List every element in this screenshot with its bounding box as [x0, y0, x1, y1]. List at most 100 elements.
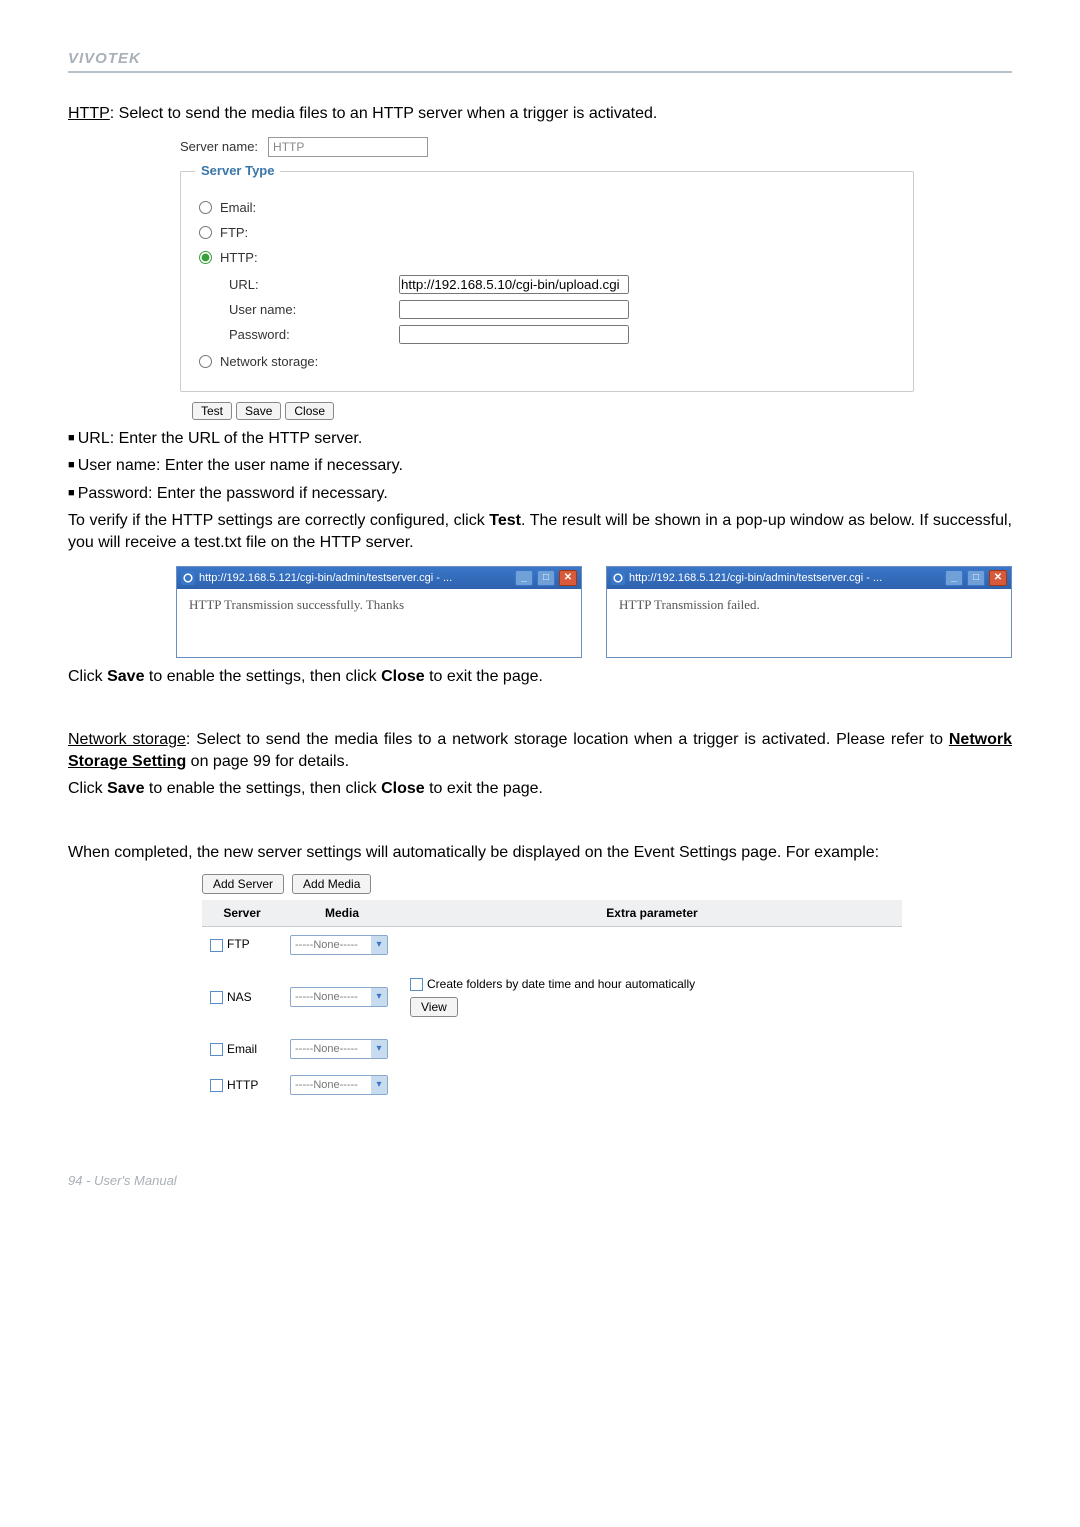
- close-icon[interactable]: ✕: [989, 570, 1007, 586]
- sc2-3: to exit the page.: [425, 780, 543, 797]
- th-media: Media: [282, 900, 402, 927]
- brand-name: VIVOTEK: [68, 50, 141, 67]
- maximize-icon[interactable]: □: [967, 570, 985, 586]
- close-button[interactable]: Close: [285, 402, 334, 420]
- password-input[interactable]: [399, 325, 629, 344]
- chevron-down-icon: ▾: [371, 936, 387, 954]
- popup-titlebar: http://192.168.5.121/cgi-bin/admin/tests…: [607, 567, 1011, 589]
- th-server: Server: [202, 900, 282, 927]
- row-http-label: HTTP: [227, 1078, 258, 1092]
- url-label: URL:: [229, 277, 399, 292]
- label-http: HTTP:: [220, 250, 258, 265]
- row-ftp-label: FTP: [227, 937, 250, 951]
- radio-network-storage[interactable]: [199, 355, 212, 368]
- sc-2: to enable the settings, then click: [144, 668, 381, 685]
- sc-close: Close: [381, 668, 425, 685]
- save-close-2: Click Save to enable the settings, then …: [68, 778, 1012, 800]
- add-server-button[interactable]: Add Server: [202, 874, 284, 894]
- http-intro-rest: : Select to send the media files to an H…: [110, 105, 658, 122]
- sc2-2: to enable the settings, then click: [144, 780, 381, 797]
- row-email-label: Email: [227, 1042, 257, 1056]
- bullet-password: Password: Enter the password if necessar…: [68, 483, 1012, 505]
- ie-icon: [611, 571, 625, 585]
- chevron-down-icon: ▾: [371, 1040, 387, 1058]
- select-text: -----None-----: [291, 939, 371, 951]
- minimize-icon[interactable]: _: [945, 570, 963, 586]
- sc-1: Click: [68, 668, 107, 685]
- server-form: Server name: Server Type Email: FTP: HTT…: [180, 137, 914, 420]
- username-label: User name:: [229, 302, 399, 317]
- th-extra: Extra parameter: [402, 900, 902, 927]
- checkbox-ftp[interactable]: [210, 939, 223, 952]
- media-select-email[interactable]: -----None----- ▾: [290, 1039, 388, 1059]
- select-text: -----None-----: [291, 1079, 371, 1091]
- sc-save: Save: [107, 668, 144, 685]
- radio-email[interactable]: [199, 201, 212, 214]
- sc2-save: Save: [107, 780, 144, 797]
- verify-test-bold: Test: [489, 512, 521, 529]
- verify-text: To verify if the HTTP settings are corre…: [68, 510, 1012, 553]
- view-button[interactable]: View: [410, 997, 458, 1017]
- checkbox-email[interactable]: [210, 1043, 223, 1056]
- label-ftp: FTP:: [220, 225, 248, 240]
- sc2-close: Close: [381, 780, 425, 797]
- media-select-http[interactable]: -----None----- ▾: [290, 1075, 388, 1095]
- add-media-button[interactable]: Add Media: [292, 874, 371, 894]
- save-button[interactable]: Save: [236, 402, 281, 420]
- popup-titlebar: http://192.168.5.121/cgi-bin/admin/tests…: [177, 567, 581, 589]
- table-row: NAS -----None----- ▾ Create folders by d…: [202, 963, 902, 1031]
- url-input[interactable]: [399, 275, 629, 294]
- server-name-input[interactable]: [268, 137, 428, 157]
- checkbox-nas[interactable]: [210, 991, 223, 1004]
- http-label: HTTP: [68, 105, 110, 122]
- chevron-down-icon: ▾: [371, 988, 387, 1006]
- password-label: Password:: [229, 327, 399, 342]
- server-type-legend: Server Type: [195, 163, 280, 178]
- servers-table: Server Media Extra parameter FTP -----No…: [202, 900, 902, 1103]
- servers-panel: Add Server Add Media Server Media Extra …: [202, 874, 902, 1103]
- close-icon[interactable]: ✕: [559, 570, 577, 586]
- label-network-storage: Network storage:: [220, 354, 318, 369]
- ns-label: Network storage: [68, 731, 186, 748]
- popup-title-text: http://192.168.5.121/cgi-bin/admin/tests…: [199, 572, 511, 584]
- popup-body: HTTP Transmission failed.: [607, 589, 1011, 657]
- ns-1: : Select to send the media files to a ne…: [186, 731, 949, 748]
- completed-text: When completed, the new server settings …: [68, 842, 1012, 864]
- server-type-fieldset: Server Type Email: FTP: HTTP: URL: User …: [180, 171, 914, 392]
- page-footer: 94 - User's Manual: [68, 1173, 1012, 1188]
- verify-1: To verify if the HTTP settings are corre…: [68, 512, 489, 529]
- checkbox-http[interactable]: [210, 1079, 223, 1092]
- bullet-username: User name: Enter the user name if necess…: [68, 455, 1012, 477]
- bullet-url: URL: Enter the URL of the HTTP server.: [68, 428, 1012, 450]
- table-row: HTTP -----None----- ▾: [202, 1067, 902, 1103]
- radio-ftp[interactable]: [199, 226, 212, 239]
- ie-icon: [181, 571, 195, 585]
- username-input[interactable]: [399, 300, 629, 319]
- table-row: Email -----None----- ▾: [202, 1031, 902, 1067]
- table-row: FTP -----None----- ▾: [202, 926, 902, 963]
- row-nas-label: NAS: [227, 990, 252, 1004]
- media-select-ftp[interactable]: -----None----- ▾: [290, 935, 388, 955]
- select-text: -----None-----: [291, 1043, 371, 1055]
- popup-body: HTTP Transmission successfully. Thanks: [177, 589, 581, 657]
- popup-success: http://192.168.5.121/cgi-bin/admin/tests…: [176, 566, 582, 658]
- checkbox-create-folders[interactable]: [410, 978, 423, 991]
- http-intro: HTTP: Select to send the media files to …: [68, 103, 1012, 125]
- media-select-nas[interactable]: -----None----- ▾: [290, 987, 388, 1007]
- sc2-1: Click: [68, 780, 107, 797]
- sc-3: to exit the page.: [425, 668, 543, 685]
- ns-text: Network storage: Select to send the medi…: [68, 729, 1012, 772]
- test-button[interactable]: Test: [192, 402, 232, 420]
- minimize-icon[interactable]: _: [515, 570, 533, 586]
- save-close-1: Click Save to enable the settings, then …: [68, 666, 1012, 688]
- popup-failed: http://192.168.5.121/cgi-bin/admin/tests…: [606, 566, 1012, 658]
- label-email: Email:: [220, 200, 256, 215]
- create-folders-label: Create folders by date time and hour aut…: [427, 977, 695, 991]
- ns-2: on page 99 for details.: [186, 753, 349, 770]
- select-text: -----None-----: [291, 991, 371, 1003]
- server-name-label: Server name:: [180, 139, 258, 154]
- chevron-down-icon: ▾: [371, 1076, 387, 1094]
- maximize-icon[interactable]: □: [537, 570, 555, 586]
- radio-http[interactable]: [199, 251, 212, 264]
- popup-title-text: http://192.168.5.121/cgi-bin/admin/tests…: [629, 572, 941, 584]
